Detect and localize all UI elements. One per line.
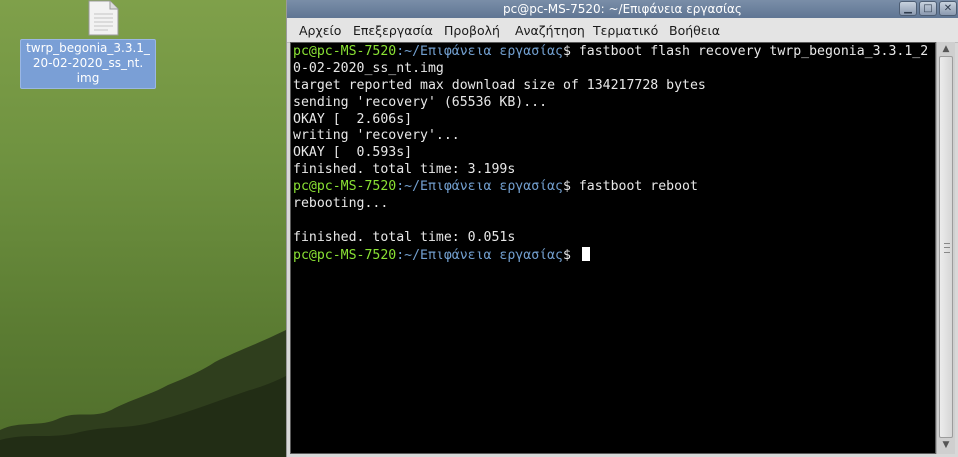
- prompt-user: pc@pc-MS-7520: [293, 179, 397, 195]
- file-label-line: img: [76, 71, 100, 85]
- prompt-symbol: $: [562, 247, 571, 263]
- terminal-output-line: sending 'recovery' (65536 KB)...: [293, 94, 548, 110]
- terminal-prompt-line: pc@pc-MS-7520:~/Επιφάνεια εργασίας$ fast…: [293, 179, 935, 196]
- menubar: Αρχείο Επεξεργασία Προβολή Αναζήτηση Τερ…: [287, 18, 958, 43]
- prompt-user: pc@pc-MS-7520: [293, 247, 397, 263]
- terminal-output-line: writing 'recovery'...: [293, 128, 460, 144]
- terminal-cursor: [581, 246, 590, 261]
- prompt-path: :~/Επιφάνεια εργασίας: [396, 247, 563, 263]
- scroll-down-arrow-icon[interactable]: ▼: [939, 439, 953, 451]
- terminal-output-line: 0-02-2020_ss_nt.img: [293, 60, 444, 76]
- terminal-prompt-line: pc@pc-MS-7520:~/Επιφάνεια εργασίας$ fast…: [293, 44, 935, 61]
- file-label-line: twrp_begonia_3.3.1_: [26, 41, 150, 55]
- prompt-command: [571, 248, 579, 263]
- close-icon: ✕: [943, 3, 953, 14]
- window-titlebar[interactable]: pc@pc-MS-7520: ~/Επιφάνεια εργασίας ▁ □ …: [287, 0, 958, 18]
- scrollbar-thumb[interactable]: [939, 56, 953, 438]
- prompt-command: fastboot flash recovery twrp_begonia_3.3…: [570, 44, 929, 59]
- minimize-button[interactable]: ▁: [899, 1, 917, 16]
- menu-file[interactable]: Αρχείο: [299, 18, 341, 42]
- minimize-icon: ▁: [904, 3, 912, 14]
- terminal-output-line: finished. total time: 0.051s: [293, 229, 516, 245]
- prompt-path: :~/Επιφάνεια εργασίας: [396, 179, 563, 195]
- prompt-user: pc@pc-MS-7520: [293, 44, 397, 59]
- close-button[interactable]: ✕: [939, 1, 957, 16]
- prompt-command: fastboot reboot: [570, 179, 698, 195]
- prompt-path: :~/Επιφάνεια εργασίας: [396, 44, 563, 59]
- prompt-symbol: $: [562, 179, 571, 195]
- desktop-file-label[interactable]: twrp_begonia_3.3.1_ 20-02-2020_ss_nt. im…: [20, 39, 156, 89]
- desktop-file-icon[interactable]: twrp_begonia_3.3.1_ 20-02-2020_ss_nt. im…: [18, 0, 158, 90]
- terminal-output-line: target reported max download size of 134…: [293, 77, 706, 93]
- window-title: pc@pc-MS-7520: ~/Επιφάνεια εργασίας: [503, 2, 742, 16]
- menu-terminal[interactable]: Τερματικό: [593, 18, 658, 42]
- terminal-output-line: OKAY [ 2.606s]: [293, 111, 413, 127]
- terminal-output[interactable]: pc@pc-MS-7520:~/Επιφάνεια εργασίας$ fast…: [290, 42, 936, 454]
- prompt-symbol: $: [562, 44, 571, 59]
- menu-view[interactable]: Προβολή: [444, 18, 500, 42]
- menu-edit[interactable]: Επεξεργασία: [353, 18, 433, 42]
- terminal-output-line: rebooting...: [293, 196, 389, 212]
- maximize-button[interactable]: □: [919, 1, 937, 16]
- terminal-output-line: OKAY [ 0.593s]: [293, 145, 413, 161]
- file-document-icon: [88, 0, 119, 36]
- file-label-line: 20-02-2020_ss_nt.: [32, 56, 144, 70]
- scrollbar-grip-icon: [944, 243, 950, 253]
- menu-search[interactable]: Αναζήτηση: [515, 18, 585, 42]
- terminal-output-line: finished. total time: 3.199s: [293, 162, 516, 178]
- terminal-scrollbar[interactable]: ▲ ▼: [936, 42, 955, 454]
- terminal-prompt-line: pc@pc-MS-7520:~/Επιφάνεια εργασίας$: [293, 246, 935, 264]
- terminal-window: pc@pc-MS-7520: ~/Επιφάνεια εργασίας ▁ □ …: [286, 0, 958, 457]
- maximize-icon: □: [923, 3, 933, 14]
- scroll-up-arrow-icon[interactable]: ▲: [939, 43, 953, 55]
- menu-help[interactable]: Βοήθεια: [669, 18, 720, 42]
